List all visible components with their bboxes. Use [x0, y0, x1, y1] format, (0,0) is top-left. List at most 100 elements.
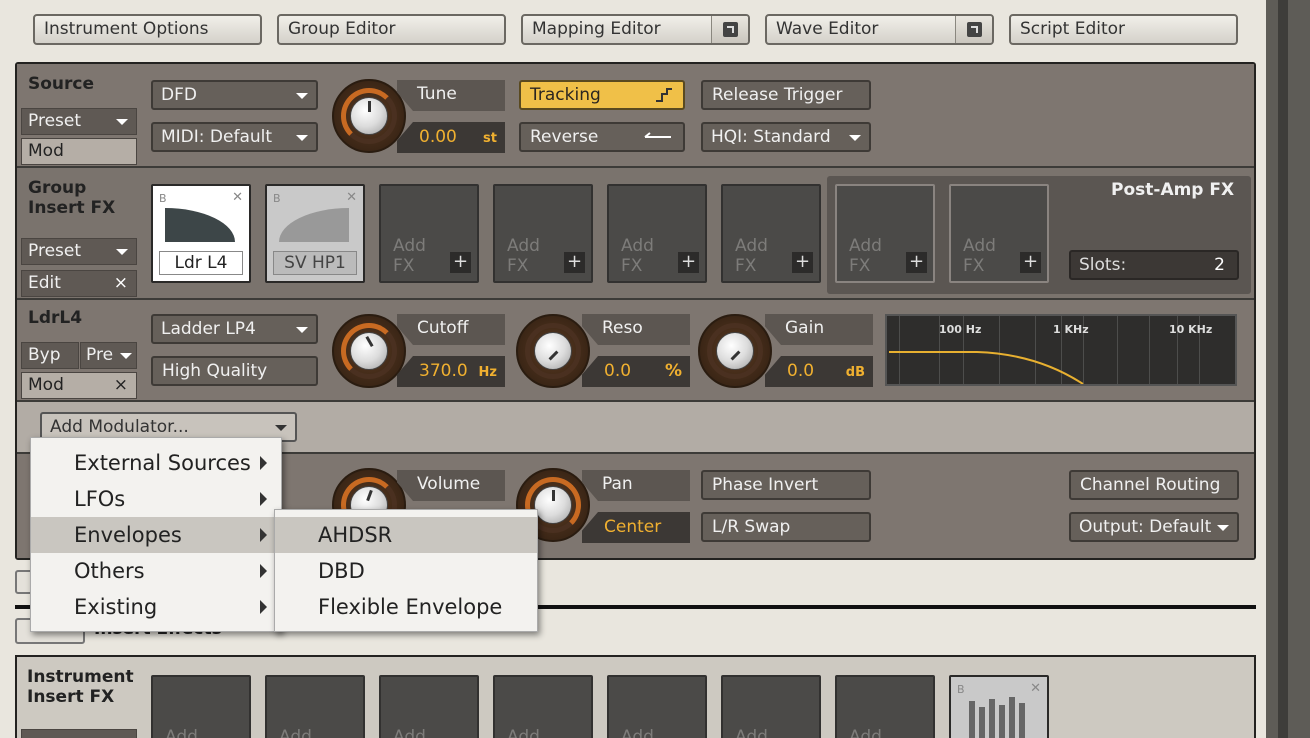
instrument-fx-slot-eq[interactable]: B ✕ [949, 675, 1049, 738]
add-fx-label: Add [393, 727, 426, 738]
tune-value-field[interactable]: 0.00 st [397, 122, 505, 153]
instrument-fx-slot[interactable]: Add [607, 675, 707, 738]
popout-icon [723, 22, 738, 37]
plus-icon[interactable]: + [906, 252, 927, 273]
instrument-options-button[interactable]: Instrument Options [33, 14, 262, 45]
filter-bypass-button[interactable]: Byp [21, 342, 79, 369]
gain-knob[interactable] [698, 314, 772, 388]
add-fx-label: Add [849, 727, 882, 738]
filter-type-dropdown[interactable]: Ladder LP4 [151, 314, 318, 344]
instrument-fx-slot[interactable]: Add [265, 675, 365, 738]
fx-slot-empty[interactable]: Add FX + [607, 184, 707, 283]
add-modulator-label: Add Modulator... [50, 417, 189, 437]
scrollbar-track[interactable] [1278, 0, 1288, 738]
close-icon[interactable]: ✕ [1030, 681, 1041, 696]
fx-slot-empty[interactable]: Add FX + [379, 184, 479, 283]
chevron-down-icon [120, 353, 132, 359]
plus-icon[interactable]: + [564, 252, 585, 273]
chevron-down-icon [296, 135, 308, 141]
plus-icon[interactable]: + [450, 252, 471, 273]
filter-mod-label: Mod [28, 375, 64, 395]
reso-value-field[interactable]: 0.0% [582, 356, 690, 387]
mapping-editor-popout-button[interactable] [711, 16, 748, 43]
reso-label: Reso [582, 314, 690, 345]
midi-value: MIDI: Default [161, 127, 273, 147]
chevron-down-icon [296, 327, 308, 333]
plus-icon[interactable]: + [678, 252, 699, 273]
instrument-fx-preset-button[interactable] [21, 729, 137, 738]
mapping-editor-button[interactable]: Mapping Editor [521, 14, 750, 45]
instrument-fx-slot[interactable]: Add [835, 675, 935, 738]
filter-preset-button[interactable]: Pre [80, 342, 137, 369]
menu-item-existing[interactable]: Existing [31, 589, 281, 625]
menu-item-dbd[interactable]: DBD [275, 553, 537, 589]
submenu-arrow-icon [260, 528, 267, 542]
fx-slot-sv-hp1[interactable]: B ✕ SV HP1 [265, 184, 365, 283]
post-amp-fx-slot[interactable]: Add FX + [949, 184, 1049, 283]
channel-routing-label: Channel Routing [1080, 475, 1221, 495]
instrument-fx-slot[interactable]: Add [493, 675, 593, 738]
menu-item-flexible-envelope[interactable]: Flexible Envelope [275, 589, 537, 625]
instrument-fx-slot[interactable]: Add [151, 675, 251, 738]
scrollbar[interactable] [1266, 0, 1310, 738]
group-fx-preset-button[interactable]: Preset [21, 238, 137, 265]
instrument-fx-title-line2: Insert FX [27, 687, 115, 707]
release-trigger-button[interactable]: Release Trigger [701, 80, 871, 110]
channel-routing-button[interactable]: Channel Routing [1069, 470, 1239, 500]
source-mod-tab[interactable]: Mod [21, 138, 137, 165]
instrument-options-label: Instrument Options [44, 19, 209, 39]
high-quality-button[interactable]: High Quality [151, 356, 318, 386]
source-mode-dropdown[interactable]: DFD [151, 80, 318, 110]
fx-slot-empty[interactable]: Add FX + [721, 184, 821, 283]
hqi-dropdown[interactable]: HQI: Standard [701, 122, 871, 152]
menu-item-lfos[interactable]: LFOs [31, 481, 281, 517]
filter-mod-tab[interactable]: Mod × [21, 372, 137, 399]
menu-item-envelopes[interactable]: Envelopes [31, 517, 281, 553]
menu-item-ahdsr[interactable]: AHDSR [275, 517, 537, 553]
tune-knob[interactable] [332, 79, 406, 153]
instrument-fx-slot[interactable]: Add [721, 675, 821, 738]
wave-editor-popout-button[interactable] [955, 16, 992, 43]
source-section: Source Preset Mod DFD MIDI: Default Tune… [17, 64, 1254, 166]
menu-item-external-sources[interactable]: External Sources [31, 445, 281, 481]
reso-knob-cap [534, 332, 572, 370]
post-amp-fx-slot[interactable]: Add FX + [835, 184, 935, 283]
gain-value-field[interactable]: 0.0 dB [765, 356, 873, 387]
close-icon[interactable]: ✕ [346, 190, 357, 205]
slots-label: Slots: [1079, 255, 1127, 275]
menu-item-others[interactable]: Others [31, 553, 281, 589]
instrument-fx-title-line1: Instrument [27, 667, 134, 687]
wave-editor-label: Wave Editor [776, 19, 879, 39]
plus-icon[interactable]: + [792, 252, 813, 273]
lr-swap-button[interactable]: L/R Swap [701, 512, 871, 542]
bypass-icon: B [957, 683, 965, 696]
cutoff-value-field[interactable]: 370.0 Hz [397, 356, 505, 387]
midi-dropdown[interactable]: MIDI: Default [151, 122, 318, 152]
reso-knob[interactable] [516, 314, 590, 388]
plus-icon[interactable]: + [1020, 252, 1041, 273]
fx-slot-ldr-l4[interactable]: B ✕ Ldr L4 [151, 184, 251, 283]
reverse-label: Reverse [530, 127, 599, 147]
script-editor-button[interactable]: Script Editor [1009, 14, 1238, 45]
group-editor-label: Group Editor [288, 19, 396, 39]
release-trigger-label: Release Trigger [712, 85, 843, 105]
source-preset-button[interactable]: Preset [21, 108, 137, 135]
envelopes-submenu: AHDSR DBD Flexible Envelope [274, 509, 538, 632]
phase-invert-label: Phase Invert [712, 475, 819, 495]
reverse-button[interactable]: Reverse [519, 122, 685, 152]
instrument-fx-slot[interactable]: Add [379, 675, 479, 738]
wave-editor-button[interactable]: Wave Editor [765, 14, 994, 45]
phase-invert-button[interactable]: Phase Invert [701, 470, 871, 500]
group-editor-button[interactable]: Group Editor [277, 14, 506, 45]
chevron-down-icon [1217, 525, 1229, 531]
tracking-button[interactable]: Tracking [519, 80, 685, 110]
cutoff-knob[interactable] [332, 314, 406, 388]
close-icon[interactable]: × [114, 373, 128, 397]
fx-slot-name: SV HP1 [273, 251, 357, 275]
fx-slot-empty[interactable]: Add FX + [493, 184, 593, 283]
pan-value-field[interactable]: Center [582, 512, 690, 543]
group-fx-edit-button[interactable]: Edit × [21, 270, 137, 297]
output-dropdown[interactable]: Output: Default [1069, 512, 1239, 542]
close-icon[interactable]: ✕ [232, 190, 243, 205]
slots-field[interactable]: Slots: 2 [1069, 250, 1239, 280]
